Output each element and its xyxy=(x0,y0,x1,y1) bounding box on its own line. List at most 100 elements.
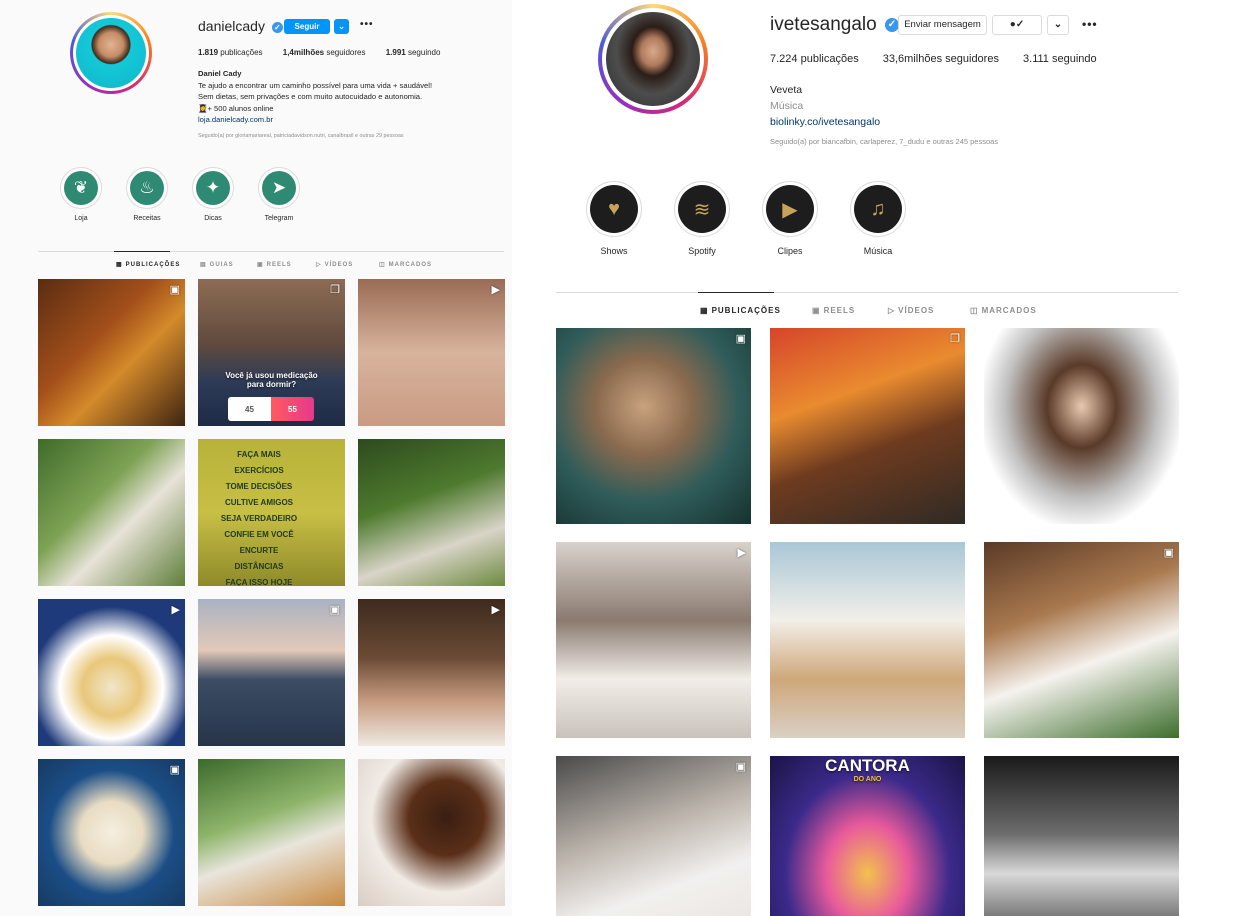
highlight-m-sica[interactable]: ♫ Música xyxy=(842,181,914,256)
post-tile[interactable]: ▣ xyxy=(38,279,185,426)
chevron-down-icon: ⌄ xyxy=(338,22,345,31)
post-tile[interactable]: CANTORA DO ANO xyxy=(770,756,965,916)
highlight-loja[interactable]: ❦ Loja xyxy=(55,167,107,222)
left-stats: 1.819 publicações 1,4milhões seguidores … xyxy=(198,48,440,57)
post-tile[interactable] xyxy=(38,439,185,586)
more-options-button[interactable]: ••• xyxy=(1082,17,1098,31)
post-tile[interactable]: ❐ Você já usou medicação para dormir? 45 55 xyxy=(198,279,345,426)
post-tile[interactable] xyxy=(358,439,505,586)
post-tile[interactable] xyxy=(358,759,505,906)
more-options-button[interactable]: ••• xyxy=(360,19,374,30)
carousel-icon: ❐ xyxy=(950,333,960,345)
poll-option-yes: 45 xyxy=(228,397,271,421)
bio-name: Daniel Cady xyxy=(198,69,242,78)
suggestions-dropdown-button[interactable]: ⌄ xyxy=(1047,15,1069,35)
post-tile[interactable] xyxy=(198,759,345,906)
post-tile[interactable]: FAÇA MAIS EXERCÍCIOS TOME DECISÕES CULTIVE… xyxy=(198,439,345,586)
highlight-label: Loja xyxy=(74,215,88,222)
tab-label: GUIAS xyxy=(209,262,234,268)
reel-icon: ▣ xyxy=(169,284,180,296)
wall-line: FAÇA MAIS EXERCÍCIOS xyxy=(234,450,284,475)
poll-sticker: 45 55 xyxy=(228,397,314,421)
post-tile[interactable]: ▶ xyxy=(556,542,751,738)
leaf-icon: ❦ xyxy=(64,171,98,205)
post-tile[interactable] xyxy=(984,328,1179,524)
tab-marcados[interactable]: ◫ MARCADOS xyxy=(970,306,1037,315)
tab-videos[interactable]: ▷ VÍDEOS xyxy=(316,261,353,268)
verified-badge-icon: ✓ xyxy=(271,21,283,33)
highlight-receitas[interactable]: ♨ Receitas xyxy=(121,167,173,222)
chef-hat-icon: ♨ xyxy=(130,171,164,205)
posts-count[interactable]: 1.819 publicações xyxy=(198,48,263,57)
tab-reels[interactable]: ▣ REELS xyxy=(257,261,292,268)
highlight-telegram[interactable]: ➤ Telegram xyxy=(253,167,305,222)
left-bio: Daniel Cady Te ajudo a encontrar um cami… xyxy=(198,68,498,142)
play-square-icon: ▶ xyxy=(766,185,814,233)
tab-label: MARCADOS xyxy=(981,306,1037,315)
bio-name: Veveta xyxy=(770,84,803,96)
right-username[interactable]: ivetesangalo xyxy=(770,14,877,35)
wall-line: CULTIVE AMIGOS xyxy=(225,498,293,507)
followed-by-text[interactable]: Seguido(a) por biancafbin, carlaperez, 7… xyxy=(770,134,1190,150)
reel-icon: ▣ xyxy=(735,761,746,773)
tab-marcados[interactable]: ◫ MARCADOS xyxy=(379,261,432,268)
tab-publicacoes[interactable]: ▦ PUBLICAÇÕES xyxy=(116,261,180,268)
posts-count[interactable]: 7.224 publicações xyxy=(770,53,859,65)
right-bio: Veveta Música biolinky.co/ivetesangalo S… xyxy=(770,82,1190,150)
post-tile[interactable]: ▣ xyxy=(556,756,751,916)
reel-icon: ▣ xyxy=(735,333,746,345)
left-tabs-divider xyxy=(38,251,504,252)
right-avatar[interactable] xyxy=(598,4,708,114)
post-tile[interactable]: ▣ xyxy=(984,542,1179,738)
send-message-button[interactable]: Enviar mensagem xyxy=(898,15,987,35)
active-tab-indicator xyxy=(114,251,170,252)
post-tile[interactable]: ▶ xyxy=(358,599,505,746)
following-button[interactable]: ●✓ xyxy=(992,15,1042,35)
tab-label: PUBLICAÇÕES xyxy=(125,262,181,268)
reel-icon: ▣ xyxy=(169,764,180,776)
suggestions-dropdown-button[interactable]: ⌄ xyxy=(334,19,349,34)
tab-publicacoes[interactable]: ▦ PUBLICAÇÕES xyxy=(700,306,781,315)
highlight-label: Clipes xyxy=(777,246,803,256)
tab-label: REELS xyxy=(823,306,856,315)
tab-label: REELS xyxy=(266,262,292,268)
video-icon: ▷ xyxy=(316,262,322,268)
left-username[interactable]: danielcady xyxy=(198,18,265,34)
tab-reels[interactable]: ▣ REELS xyxy=(812,306,855,315)
post-tile[interactable]: ▣ xyxy=(556,328,751,524)
spotify-icon: ≋ xyxy=(678,185,726,233)
post-tile[interactable]: ▶ xyxy=(358,279,505,426)
play-icon: ▶ xyxy=(491,604,500,616)
followers-count[interactable]: 33,6milhões seguidores xyxy=(883,53,999,65)
followers-count[interactable]: 1,4milhões seguidores xyxy=(283,48,366,57)
post-tile[interactable] xyxy=(770,542,965,738)
highlight-spotify[interactable]: ≋ Spotify xyxy=(666,181,738,256)
tagged-icon: ◫ xyxy=(970,306,979,315)
post-tile[interactable]: ❐ xyxy=(770,328,965,524)
bio-link[interactable]: biolinky.co/ivetesangalo xyxy=(770,114,1190,130)
post-tile[interactable] xyxy=(984,756,1179,916)
tab-label: MARCADOS xyxy=(388,262,433,268)
follow-button[interactable]: Seguir xyxy=(284,19,330,34)
video-icon: ▷ xyxy=(888,306,896,315)
post-tile[interactable]: ▣ xyxy=(38,759,185,906)
left-avatar[interactable] xyxy=(70,12,152,94)
tab-videos[interactable]: ▷ VÍDEOS xyxy=(888,306,934,315)
highlight-clipes[interactable]: ▶ Clipes xyxy=(754,181,826,256)
tab-label: PUBLICAÇÕES xyxy=(711,306,781,315)
reels-icon: ▣ xyxy=(257,262,264,268)
panel-divider xyxy=(512,0,538,916)
post-tile[interactable]: ▶ xyxy=(38,599,185,746)
post-caption: Você já usou medicação para dormir? xyxy=(225,371,318,389)
followed-by-text[interactable]: Seguido(a) por gloriamariareal, patricia… xyxy=(198,131,498,143)
highlight-label: Telegram xyxy=(264,215,294,222)
post-tile[interactable]: ▣ xyxy=(198,599,345,746)
bio-link[interactable]: loja.danielcady.com.br xyxy=(198,114,498,126)
reels-icon: ▣ xyxy=(812,306,821,315)
following-count[interactable]: 3.111 seguindo xyxy=(1023,53,1097,65)
highlight-shows[interactable]: ♥ Shows xyxy=(578,181,650,256)
highlight-dicas[interactable]: ✦ Dicas xyxy=(187,167,239,222)
following-count[interactable]: 1.991 seguindo xyxy=(386,48,441,57)
tab-guias[interactable]: ▤ GUIAS xyxy=(200,261,234,268)
bio-line: Te ajudo a encontrar um caminho possível… xyxy=(198,80,433,90)
